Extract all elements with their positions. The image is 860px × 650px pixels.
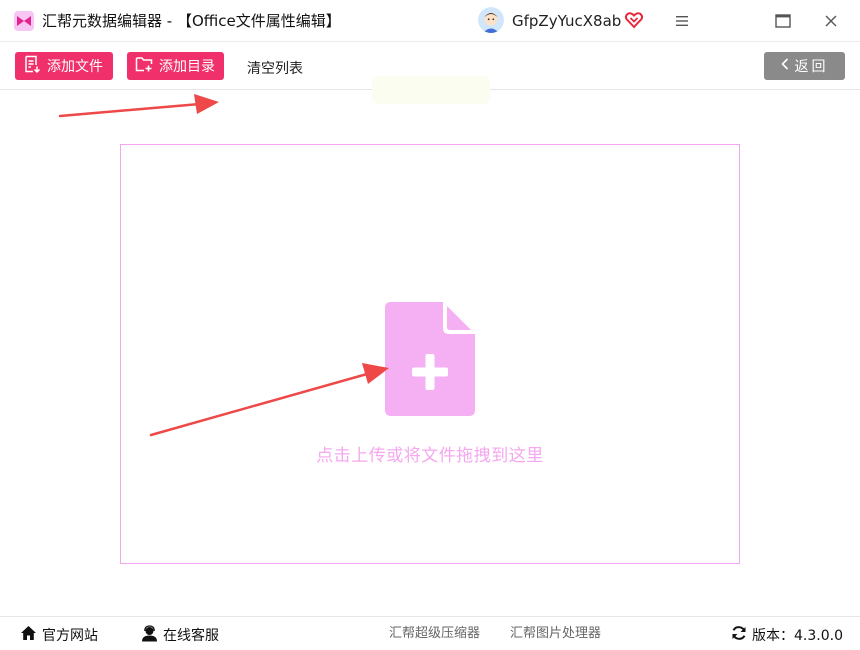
image-tool-link[interactable]: 汇帮图片处理器 xyxy=(510,625,601,643)
back-label: 返回 xyxy=(794,59,829,75)
close-icon[interactable] xyxy=(818,9,844,33)
version-info[interactable]: 版本： 4.3.0.0 xyxy=(731,625,843,646)
online-service-label: 在线客服 xyxy=(163,628,219,644)
hamburger-menu-icon[interactable] xyxy=(669,9,695,33)
drop-hint-text[interactable]: 点击上传或将文件拖拽到这里 xyxy=(300,441,560,466)
user-headset-icon xyxy=(141,625,163,647)
official-site-link[interactable]: 官方网站 xyxy=(20,625,98,646)
window-title: 汇帮元数据编辑器 - 【Office文件属性编辑】 xyxy=(42,12,341,30)
add-file-button[interactable]: 添加文件 xyxy=(15,52,113,80)
status-bar: 官方网站 在线客服 汇帮超级压缩器 汇帮图片处理器 版本： 4.3.0.0 xyxy=(0,616,860,650)
app-logo-icon xyxy=(14,11,34,31)
add-directory-button[interactable]: 添加目录 xyxy=(127,52,224,80)
add-file-label: 添加文件 xyxy=(47,59,103,75)
folder-plus-icon xyxy=(135,55,159,77)
highlight-band xyxy=(372,76,490,104)
online-service-link[interactable]: 在线客服 xyxy=(141,625,219,647)
clear-list-button[interactable]: 清空列表 xyxy=(247,58,303,78)
title-bar: 汇帮元数据编辑器 - 【Office文件属性编辑】 GfpZyYucX8ab xyxy=(0,0,860,42)
add-directory-label: 添加目录 xyxy=(159,59,215,75)
maximize-icon[interactable] xyxy=(770,9,796,33)
home-icon xyxy=(20,625,42,646)
back-button[interactable]: 返回 xyxy=(764,52,845,80)
file-list-icon xyxy=(23,55,47,77)
heart-diamond-icon[interactable] xyxy=(624,10,644,30)
chevron-left-icon xyxy=(780,58,795,74)
version-label: 版本： xyxy=(752,627,794,644)
username[interactable]: GfpZyYucX8ab xyxy=(512,11,621,31)
avatar[interactable] xyxy=(478,7,504,33)
file-plus-icon[interactable] xyxy=(385,302,475,416)
refresh-icon xyxy=(731,625,752,646)
official-site-label: 官方网站 xyxy=(42,627,98,644)
compressor-link[interactable]: 汇帮超级压缩器 xyxy=(389,625,480,643)
version-value: 4.3.0.0 xyxy=(794,627,843,644)
annotation-arrow-top xyxy=(58,94,219,118)
